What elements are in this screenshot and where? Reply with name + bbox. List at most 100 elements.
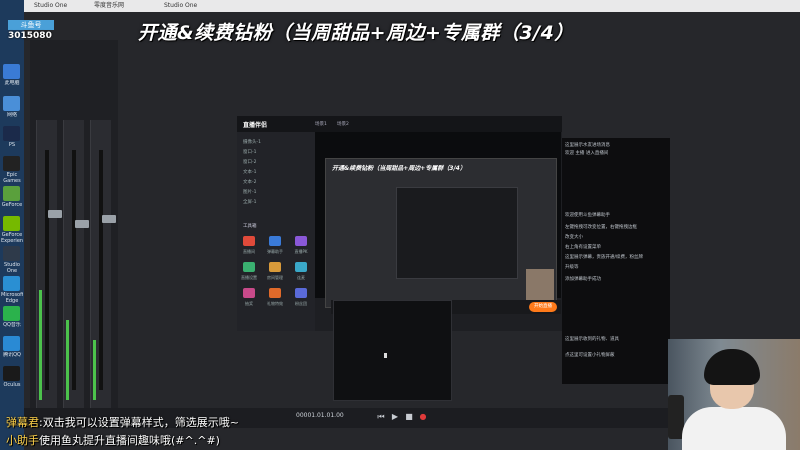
chat-line: 改变大小: [565, 235, 583, 240]
epic-games-icon[interactable]: [3, 156, 20, 171]
fader-track: [45, 150, 62, 390]
mixer-channel: [63, 120, 89, 410]
source-list-panel: 摄像头-1 窗口-1 窗口-2 文本-1 文本-2 图片-1 全屏-1 工具箱 …: [237, 132, 315, 331]
danmaku-message: 弹幕君:双击我可以设置弹幕样式，筛选展示哦~: [6, 414, 239, 430]
qq-icon[interactable]: [3, 336, 20, 351]
taskbar-item[interactable]: 零度音乐网: [94, 2, 124, 10]
tool-icon[interactable]: [295, 262, 307, 272]
desktop-label: GeForce Experience: [1, 232, 23, 244]
tab-scene-1[interactable]: 场景1: [315, 121, 327, 127]
danmaku-message: 小助手使用鱼丸提升直播间趣味哦(#^.^#): [6, 432, 220, 448]
danmaku-sender: 弹幕君: [6, 416, 39, 429]
chat-line: 升级等: [565, 265, 579, 270]
ps-icon[interactable]: [3, 126, 20, 141]
qq-music-icon[interactable]: [3, 306, 20, 321]
tool-icon[interactable]: [295, 236, 307, 246]
room-badge: 斗鱼号 3015080: [8, 20, 56, 56]
level-meter: [66, 320, 69, 400]
tool-label: 抽奖: [245, 301, 253, 306]
geforce-icon[interactable]: [3, 186, 20, 201]
level-meter: [93, 340, 96, 400]
danmaku-assistant-panel: 这里展示水友进场消息 欢迎 主播 进入直播间 欢迎使用斗鱼弹幕助手 左键拖拽可改…: [562, 138, 670, 384]
room-number: 3015080: [8, 31, 52, 41]
record-icon[interactable]: ●: [418, 412, 428, 422]
broadcast-titlebar: 直播伴侣 场景1 场景2: [237, 116, 562, 132]
desktop-label: PS: [8, 142, 16, 148]
studio-one-icon[interactable]: [3, 246, 20, 261]
source-item[interactable]: 窗口-1: [243, 150, 257, 156]
tools-section-label: 工具箱: [243, 224, 257, 229]
stream-headline: 开通&续费钻粉（当周甜品+周边+专属群（3/4）: [138, 22, 574, 44]
danmaku-text: 使用鱼丸提升直播间趣味哦(#^.^#): [39, 434, 220, 447]
desktop-label: Microsoft Edge: [1, 292, 23, 304]
taskbar-item[interactable]: Studio One: [164, 2, 197, 10]
mouse-cursor: [384, 353, 387, 358]
chat-line: 点这里可设置小礼物屏蔽: [565, 353, 615, 358]
streamer-webcam: [668, 339, 800, 450]
broadcast-app-window: 直播伴侣 场景1 场景2 摄像头-1 窗口-1 窗口-2 文本-1 文本-2 图…: [237, 116, 562, 331]
tool-label: 弹幕助手: [267, 249, 283, 254]
tool-label: 粉丝团: [295, 301, 307, 306]
nested-preview-window: [396, 187, 518, 279]
level-meter: [39, 290, 42, 400]
stream-preview: 开通&续费钻粉（当周甜品+周边+专属群（3/4）: [315, 132, 561, 308]
preview-headline: 开通&续费钻粉（当周甜品+周边+专属群（3/4）: [332, 165, 466, 172]
tool-icon[interactable]: [243, 236, 255, 246]
source-item[interactable]: 文本-2: [243, 180, 257, 186]
desktop-label: GeForce: [1, 202, 23, 208]
desktop-label: 网络: [6, 112, 17, 118]
mixer-panel: [30, 40, 118, 410]
network-icon[interactable]: [3, 96, 20, 111]
rewind-icon[interactable]: ⏮: [376, 412, 386, 422]
streamer-shirt: [682, 407, 786, 450]
desktop-label: Epic Games: [3, 172, 21, 184]
tool-icon[interactable]: [269, 288, 281, 298]
tool-icon[interactable]: [243, 288, 255, 298]
chat-line: 这里展示弹幕，贵族开通/续费，粉丝牌: [565, 255, 644, 260]
danmaku-text: :双击我可以设置弹幕样式，筛选展示哦~: [39, 416, 239, 429]
play-icon[interactable]: ▶: [390, 412, 400, 422]
tool-label: 直播设置: [241, 275, 257, 280]
tool-icon[interactable]: [269, 236, 281, 246]
fader-knob[interactable]: [75, 220, 89, 228]
source-item[interactable]: 文本-1: [243, 170, 257, 176]
edge-icon[interactable]: [3, 276, 20, 291]
chat-line: 右上角有设置菜单: [565, 245, 601, 250]
desktop-label: QQ音乐: [3, 322, 21, 328]
oculus-icon[interactable]: [3, 366, 20, 381]
fader-knob[interactable]: [48, 210, 62, 218]
chat-line: 添加弹幕助手成功: [565, 277, 601, 282]
stop-icon[interactable]: ■: [404, 412, 414, 422]
chat-line: 左键拖拽可改变位置，右键拖拽边框: [565, 225, 637, 230]
floating-window: [333, 300, 452, 401]
tool-icon[interactable]: [269, 262, 281, 272]
danmaku-sender: 小助手: [6, 434, 39, 447]
broadcast-app-title: 直播伴侣: [243, 122, 268, 129]
tool-icon[interactable]: [243, 262, 255, 272]
tab-scene-2[interactable]: 场景2: [337, 121, 349, 127]
tool-label: 直播PK: [294, 249, 308, 254]
tool-icon[interactable]: [295, 288, 307, 298]
source-item[interactable]: 摄像头-1: [243, 140, 261, 146]
mixer-channel: [36, 120, 62, 410]
room-badge-label: 斗鱼号: [8, 20, 54, 30]
chat-line: 欢迎 主播 进入直播间: [565, 151, 609, 156]
chat-line: 这里展示收到的礼物、道具: [565, 337, 619, 342]
geforce-experience-icon[interactable]: [3, 216, 20, 231]
mixer-channel: [90, 120, 116, 410]
this-pc-icon[interactable]: [3, 64, 20, 79]
source-item[interactable]: 图片-1: [243, 190, 257, 196]
start-live-button[interactable]: 开始直播: [529, 302, 557, 312]
nested-preview: 开通&续费钻粉（当周甜品+周边+专属群（3/4）: [325, 158, 557, 308]
desktop-label: 此电脑: [4, 80, 20, 86]
fader-knob[interactable]: [102, 215, 116, 223]
chat-line: 欢迎使用斗鱼弹幕助手: [565, 213, 610, 218]
desktop-label: Oculus: [3, 382, 21, 388]
chat-line: 这里展示水友进场消息: [565, 143, 610, 148]
tool-label: 礼物特效: [267, 301, 283, 306]
source-item[interactable]: 全屏-1: [243, 200, 257, 206]
taskbar-item[interactable]: Studio One: [34, 2, 67, 10]
source-item[interactable]: 窗口-2: [243, 160, 257, 166]
desktop-label: Studio One: [4, 262, 20, 274]
fader-track: [99, 150, 116, 390]
